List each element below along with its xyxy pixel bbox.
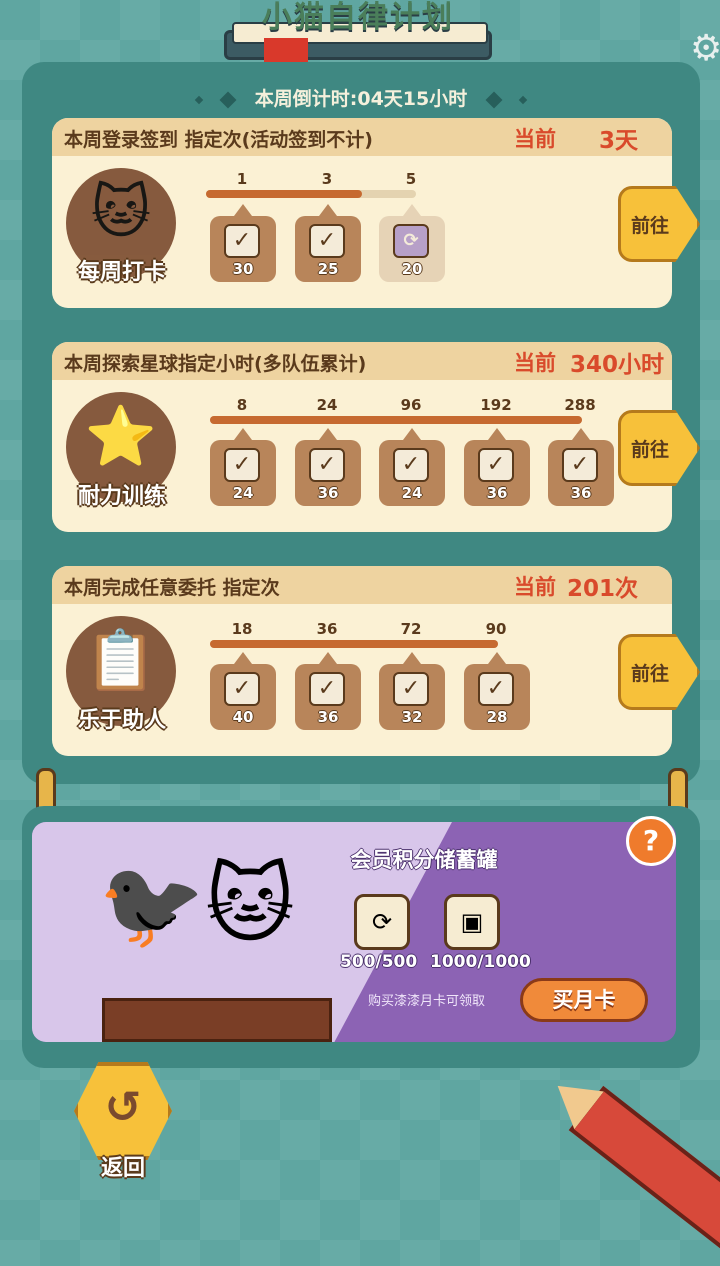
task-header: 本周探索星球指定小时(多队伍累计) 当前 340小时 bbox=[52, 342, 672, 380]
reward-chest[interactable]: ✓ 25 bbox=[295, 204, 361, 282]
check-icon: ✓ bbox=[224, 224, 260, 258]
piggy-bank-card: 🐦‍⬛🐱 会员积分储蓄罐 ⟳ ▣ 500/500 1000/1000 购买漆漆月… bbox=[32, 822, 676, 1042]
reward-amount: 36 bbox=[317, 484, 339, 502]
diamond-ornament-icon bbox=[518, 95, 528, 104]
milestone-label: 36 bbox=[316, 620, 338, 638]
check-icon: ✓ bbox=[224, 672, 260, 706]
go-button-label: 前往 bbox=[631, 439, 670, 461]
reward-chest[interactable]: ✓ 30 bbox=[210, 204, 276, 282]
help-button[interactable]: ? bbox=[626, 816, 676, 866]
progress-fill bbox=[206, 190, 362, 198]
reward-amount: 20 bbox=[401, 260, 423, 278]
reward-chest[interactable]: ✓ 24 bbox=[379, 428, 445, 506]
week-countdown: 本周倒计时:04天15小时 bbox=[22, 84, 700, 111]
task-card-commission: 本周完成任意委托 指定次 当前 201次 📋 乐于助人 18 36 72 90 … bbox=[52, 566, 672, 756]
settings-gear-icon[interactable]: ⚙ bbox=[690, 28, 720, 69]
diamond-ornament-icon bbox=[485, 91, 503, 108]
back-button[interactable]: ↺ 返回 bbox=[74, 1062, 172, 1181]
coin-icon[interactable]: ⟳ bbox=[354, 894, 410, 950]
page-title: 小猫自律计划 bbox=[262, 0, 454, 35]
reward-chest[interactable]: ✓ 36 bbox=[295, 428, 361, 506]
milestone-label: 96 bbox=[400, 396, 422, 414]
milestone-label: 192 bbox=[480, 396, 512, 414]
reward-chest[interactable]: ✓ 28 bbox=[464, 652, 530, 730]
progress-fill bbox=[210, 416, 582, 424]
back-label: 返回 bbox=[100, 1156, 145, 1181]
pencil-tip bbox=[543, 1067, 604, 1129]
task-description: 本周完成任意委托 指定次 bbox=[64, 577, 280, 599]
return-arrow-icon: ↺ bbox=[104, 1082, 142, 1133]
progress-text-2: 1000/1000 bbox=[430, 952, 531, 972]
task-card-checkin: 本周登录签到 指定次(活动签到不计) 当前 3天 🐱 每周打卡 1 3 5 ✓ 3… bbox=[52, 118, 672, 308]
task-header: 本周完成任意委托 指定次 当前 201次 bbox=[52, 566, 672, 604]
current-value: 3天 bbox=[598, 128, 638, 154]
reward-amount: 24 bbox=[401, 484, 423, 502]
reward-amount: 28 bbox=[486, 708, 508, 726]
current-label: 当前 bbox=[514, 575, 556, 599]
reward-chest[interactable]: ✓ 36 bbox=[464, 428, 530, 506]
reward-chest[interactable]: ✓ 40 bbox=[210, 652, 276, 730]
coin-icon: ⟳ bbox=[393, 224, 429, 258]
current-label: 当前 bbox=[514, 351, 556, 375]
reward-chest[interactable]: ✓ 36 bbox=[548, 428, 614, 506]
milestone-label: 24 bbox=[316, 396, 338, 414]
reward-chest[interactable]: ✓ 32 bbox=[379, 652, 445, 730]
reward-amount: 25 bbox=[317, 260, 339, 278]
progress-fill bbox=[210, 640, 498, 648]
reward-amount: 24 bbox=[232, 484, 254, 502]
task-header: 本周登录签到 指定次(活动签到不计) 当前 3天 bbox=[52, 118, 672, 156]
reward-amount: 40 bbox=[232, 708, 254, 726]
diamond-ornament-icon bbox=[194, 95, 204, 104]
task-icon-label: 每周打卡 bbox=[77, 260, 166, 285]
reward-chest-locked[interactable]: ⟳ 20 bbox=[379, 204, 445, 282]
go-button-label: 前往 bbox=[631, 663, 670, 685]
check-icon: ✓ bbox=[562, 448, 598, 482]
pencil-decoration-icon bbox=[569, 1086, 720, 1266]
task-icon-label: 耐力训练 bbox=[77, 484, 166, 509]
reward-chest[interactable]: ✓ 36 bbox=[295, 652, 361, 730]
milestone-label: 72 bbox=[400, 620, 422, 638]
reward-chest[interactable]: ✓ 24 bbox=[210, 428, 276, 506]
task-description: 本周探索星球指定小时(多队伍累计) bbox=[64, 353, 367, 375]
task-icon-label: 乐于助人 bbox=[77, 708, 166, 733]
desk-illustration bbox=[102, 998, 332, 1042]
reward-amount: 30 bbox=[232, 260, 254, 278]
task-description: 本周登录签到 指定次(活动签到不计) bbox=[64, 129, 373, 151]
check-icon: ✓ bbox=[393, 448, 429, 482]
check-icon: ✓ bbox=[309, 224, 345, 258]
check-icon: ✓ bbox=[309, 672, 345, 706]
check-icon: ✓ bbox=[478, 448, 514, 482]
diamond-ornament-icon bbox=[219, 91, 237, 108]
milestone-label: 90 bbox=[485, 620, 507, 638]
current-value: 201次 bbox=[566, 576, 638, 602]
current-label: 当前 bbox=[514, 127, 556, 151]
check-icon: ✓ bbox=[309, 448, 345, 482]
progress-text-1: 500/500 bbox=[340, 952, 418, 972]
task-card-explore: 本周探索星球指定小时(多队伍累计) 当前 340小时 ⭐ 耐力训练 8 24 9… bbox=[52, 342, 672, 532]
reward-amount: 36 bbox=[317, 708, 339, 726]
milestone-label: 3 bbox=[321, 170, 333, 188]
milestone-label: 8 bbox=[236, 396, 248, 414]
check-icon: ✓ bbox=[393, 672, 429, 706]
milestone-label: 5 bbox=[405, 170, 417, 188]
milestone-label: 1 bbox=[236, 170, 248, 188]
reward-amount: 36 bbox=[486, 484, 508, 502]
crow-and-cat-illustration-icon: 🐦‍⬛🐱 bbox=[98, 855, 295, 955]
check-icon: ✓ bbox=[478, 672, 514, 706]
check-icon: ✓ bbox=[224, 448, 260, 482]
chest-icon[interactable]: ▣ bbox=[444, 894, 500, 950]
reward-amount: 36 bbox=[570, 484, 592, 502]
go-button-label: 前往 bbox=[631, 215, 670, 237]
reward-amount: 32 bbox=[401, 708, 423, 726]
countdown-text: 本周倒计时:04天15小时 bbox=[254, 88, 468, 110]
milestone-label: 288 bbox=[564, 396, 596, 414]
piggy-title: 会员积分储蓄罐 bbox=[350, 848, 498, 872]
piggy-hint: 购买漆漆月卡可领取 bbox=[368, 994, 486, 1009]
current-value: 340小时 bbox=[569, 352, 664, 378]
buy-monthly-card-button[interactable]: 买月卡 bbox=[520, 978, 648, 1022]
milestone-label: 18 bbox=[231, 620, 253, 638]
